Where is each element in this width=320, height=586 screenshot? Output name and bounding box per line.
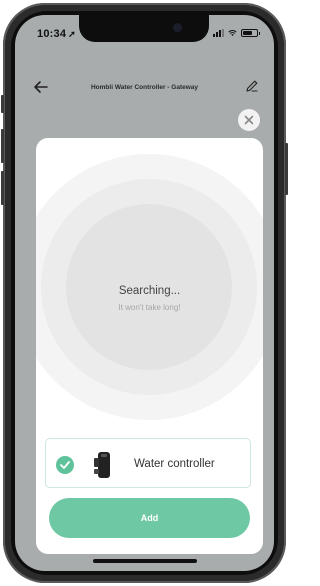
close-button[interactable]	[238, 109, 260, 131]
wifi-icon	[228, 30, 237, 36]
checkmark-icon	[56, 456, 74, 474]
searching-title: Searching...	[118, 285, 181, 297]
notch	[79, 15, 209, 42]
add-button[interactable]: Add	[49, 498, 250, 538]
front-camera	[173, 23, 182, 32]
location-arrow-icon: ➚	[68, 29, 76, 39]
volume-up-button	[1, 129, 4, 163]
pencil-edit-icon[interactable]	[244, 78, 260, 94]
signal-bars-icon	[213, 29, 224, 37]
search-modal: Searching... It won't take long! Water c…	[36, 138, 263, 554]
home-indicator[interactable]	[93, 559, 197, 563]
power-button	[285, 143, 288, 195]
status-time: 10:34 ➚	[37, 28, 76, 40]
close-icon	[244, 115, 254, 125]
volume-down-button	[1, 171, 4, 205]
navigation-bar: Hombli Water Controller - Gateway	[15, 67, 274, 107]
time-text: 10:34	[37, 28, 67, 40]
page-title: Hombli Water Controller - Gateway	[90, 84, 199, 91]
mute-switch	[1, 95, 4, 113]
status-bar: 10:34 ➚	[15, 15, 274, 57]
device-list-item[interactable]: Water controller	[45, 438, 251, 488]
status-icons	[213, 29, 260, 37]
app-screen: 10:34 ➚ Hombli Water Controller - Gateway	[15, 15, 274, 571]
searching-subtitle: It won't take long!	[118, 303, 181, 312]
device-name: Water controller	[134, 458, 215, 470]
water-controller-device-icon	[94, 452, 110, 478]
battery-icon	[241, 29, 260, 37]
